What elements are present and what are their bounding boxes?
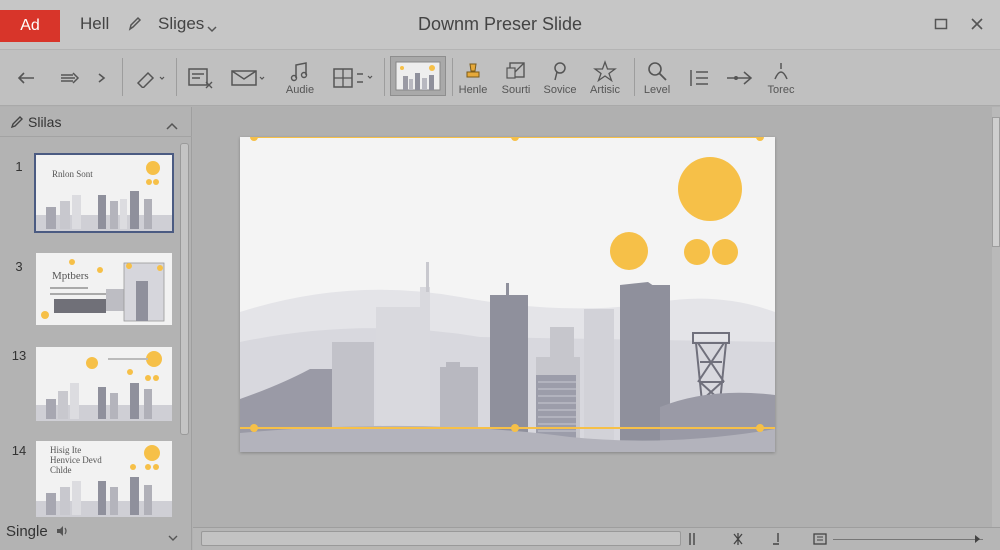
maximize-button[interactable] — [928, 12, 954, 36]
slide-number: 1 — [15, 159, 23, 174]
outline-view-icon[interactable] — [729, 531, 747, 547]
toolbar-divider — [122, 58, 123, 96]
selection-handle — [756, 137, 764, 141]
slide-thumbnail-title: Hisig Ite Henvice Devd Chlde — [50, 445, 102, 475]
source-button[interactable]: Sovice — [540, 56, 580, 100]
picture-button-active[interactable] — [390, 56, 446, 96]
building — [446, 362, 460, 372]
sun-medium — [610, 232, 648, 270]
scrollbar-thumb[interactable] — [992, 117, 1000, 247]
pen-icon[interactable] — [128, 15, 142, 36]
canvas-vertical-scrollbar[interactable] — [992, 107, 1000, 527]
app-menu-button[interactable]: Ad — [0, 10, 60, 42]
slide-editor-canvas — [193, 107, 1000, 527]
eraser-icon[interactable] — [132, 56, 168, 100]
audio-label: Audie — [285, 84, 315, 96]
search-label: Sourti — [501, 84, 531, 96]
shapes-icon — [506, 62, 525, 79]
search-button[interactable]: Sourti — [496, 56, 536, 100]
slides-panel-header: Slilas — [0, 107, 192, 137]
sun-small — [712, 239, 738, 265]
tone-label: Torec — [767, 84, 795, 96]
normal-view-icon[interactable] — [683, 531, 701, 547]
mail-icon[interactable] — [228, 56, 268, 100]
building — [420, 287, 430, 327]
status-bar — [193, 527, 1000, 550]
antenna — [506, 283, 509, 297]
slides-panel-title: Slilas — [28, 114, 62, 130]
selection-handle — [511, 137, 519, 141]
slide-number: 3 — [15, 259, 23, 274]
canvas-horizontal-scrollbar[interactable] — [201, 531, 681, 546]
slide-thumbnail[interactable]: Rnlon Sont — [34, 153, 174, 233]
slide-thumbnail-title: Mptbers — [52, 270, 89, 282]
audio-icon — [290, 62, 308, 82]
pen-icon — [10, 115, 24, 134]
speaker-icon[interactable] — [56, 524, 70, 541]
title-bar: Ad Hell Sliges Downm Preser Slide — [0, 0, 1000, 50]
chevron-down-icon[interactable] — [207, 18, 217, 38]
audio-button[interactable]: Audie — [278, 56, 322, 100]
sun-large — [678, 157, 742, 221]
toolbar-divider — [452, 58, 453, 96]
antenna — [426, 262, 429, 292]
redo-icon[interactable] — [58, 56, 82, 100]
selection-handle — [756, 424, 764, 432]
source-label: Sovice — [543, 84, 577, 96]
notes-view-icon[interactable] — [767, 531, 785, 547]
slide-number: 14 — [11, 443, 27, 458]
zoom-slider[interactable] — [833, 539, 983, 540]
document-title: Downm Preser Slide — [417, 14, 583, 34]
slide-sorter-icon[interactable] — [811, 531, 829, 547]
ribbon-toolbar: Audie Henle Sourti Sovice Artisic Level … — [0, 50, 1000, 106]
slide-thumbnail[interactable]: Hisig Ite Henvice Devd Chlde — [36, 441, 172, 517]
slides-panel-scrollbar[interactable] — [180, 143, 189, 435]
layout-icon[interactable] — [328, 56, 378, 100]
list-icon[interactable] — [684, 56, 714, 100]
toolbar-divider — [384, 58, 385, 96]
handle-label: Henle — [458, 84, 488, 96]
slides-panel: Slilas 1 Rnlon Sont 3 Mptbers 13 14 Hisi… — [0, 107, 192, 550]
current-slide[interactable] — [240, 137, 775, 452]
level-button[interactable]: Level — [640, 56, 674, 100]
artistic-button[interactable]: Artisic — [584, 56, 626, 100]
view-mode-status[interactable]: Single — [6, 523, 70, 541]
handle-button[interactable]: Henle — [456, 56, 490, 100]
chevron-right-icon[interactable] — [969, 531, 987, 547]
search-icon — [648, 62, 667, 81]
view-mode-label: Single — [6, 523, 48, 540]
chevron-up-icon[interactable] — [166, 117, 178, 135]
selection-handle — [250, 424, 258, 432]
picture-icon — [395, 61, 441, 91]
tone-button[interactable]: Torec — [762, 56, 800, 100]
slide-thumbnail-title: Rnlon Sont — [52, 169, 93, 179]
slide-thumbnail[interactable] — [36, 347, 172, 421]
menu-home[interactable]: Hell — [80, 14, 109, 34]
selection-handle — [250, 137, 258, 141]
slide-thumbnail[interactable]: Mptbers — [36, 253, 172, 325]
chevron-right-icon[interactable] — [92, 56, 112, 100]
chevron-down-icon[interactable] — [168, 529, 178, 547]
menu-slides[interactable]: Sliges — [158, 14, 204, 34]
building — [584, 309, 614, 452]
star-icon — [593, 60, 617, 82]
toolbar-divider — [176, 58, 177, 96]
artistic-label: Artisic — [590, 84, 620, 96]
sun-small — [684, 239, 710, 265]
back-icon[interactable] — [14, 56, 38, 100]
close-button[interactable] — [964, 12, 990, 36]
slide-number: 13 — [11, 348, 27, 363]
connector-icon[interactable] — [722, 56, 756, 100]
tone-icon — [774, 63, 788, 80]
text-box-icon[interactable] — [184, 56, 218, 100]
selection-handle — [511, 424, 519, 432]
toolbar-divider — [634, 58, 635, 96]
building — [550, 327, 574, 362]
pin-icon — [554, 62, 566, 81]
stamp-icon — [466, 63, 480, 78]
level-label: Level — [643, 84, 671, 96]
